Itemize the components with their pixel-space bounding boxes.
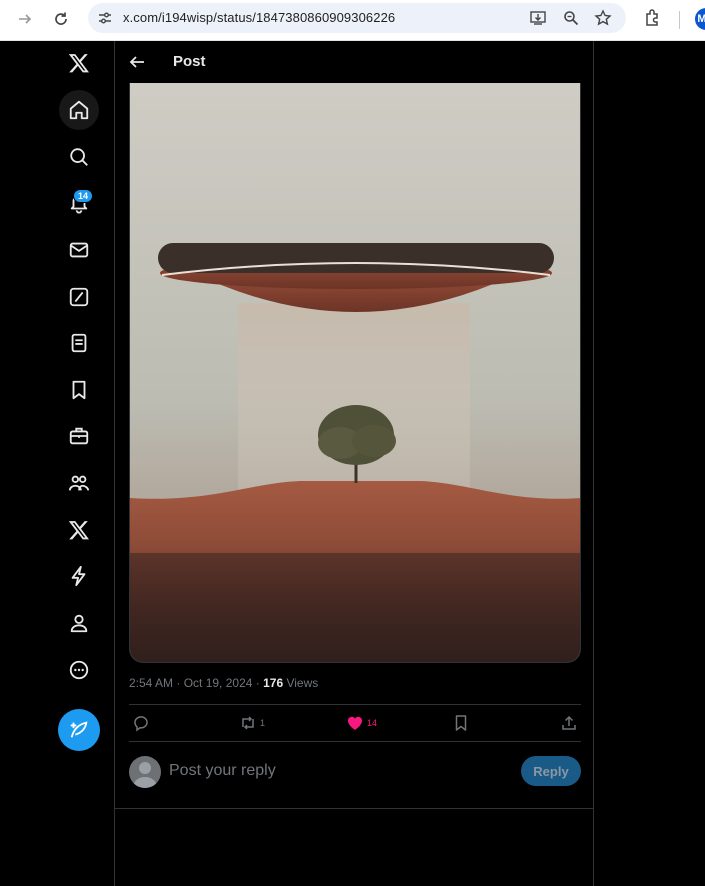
zoom-icon[interactable] — [562, 9, 580, 27]
bookmark-outline-icon — [455, 715, 467, 731]
sidebar-nav: 14 — [0, 41, 114, 886]
like-action[interactable]: 14 — [346, 714, 377, 732]
views-label: Views — [283, 676, 319, 690]
mail-icon[interactable] — [59, 230, 99, 270]
x-logo-icon[interactable] — [59, 43, 99, 83]
post-actions-bar: 1 14 — [129, 704, 581, 742]
bookmark-icon[interactable] — [59, 370, 99, 410]
share-icon — [562, 715, 576, 730]
grok-icon[interactable] — [59, 277, 99, 317]
reload-icon[interactable] — [49, 7, 73, 31]
profile-icon[interactable] — [59, 603, 99, 643]
views-count: 176 — [263, 676, 284, 690]
page-header: Post — [115, 41, 593, 83]
reply-action[interactable] — [132, 714, 150, 732]
share-action[interactable] — [560, 714, 578, 732]
back-arrow-icon[interactable] — [127, 52, 147, 72]
extensions-icon[interactable] — [643, 8, 663, 33]
verified-orgs-icon[interactable] — [59, 556, 99, 596]
heart-filled-icon — [347, 716, 363, 730]
compose-post-button[interactable] — [58, 709, 100, 751]
user-avatar[interactable] — [129, 756, 161, 788]
address-bar[interactable]: x.com/i194wisp/status/184738086090930622… — [88, 3, 626, 33]
meta-separator: · — [252, 676, 264, 690]
post-image-artwork — [130, 83, 580, 662]
notification-badge: 14 — [73, 189, 93, 203]
default-avatar-icon — [133, 762, 157, 788]
post-metadata: 2:54 AM · Oct 19, 2024 · 176 Views — [129, 676, 318, 690]
post-time[interactable]: 2:54 AM — [129, 676, 173, 690]
site-info-icon[interactable] — [97, 10, 113, 26]
profile-avatar[interactable]: M — [695, 8, 705, 30]
retweet-count: 1 — [260, 718, 266, 728]
like-count: 14 — [367, 718, 378, 728]
reply-input[interactable]: Post your reply — [169, 762, 276, 780]
reply-button[interactable]: Reply — [521, 756, 581, 786]
retweet-action[interactable]: 1 — [239, 714, 265, 732]
url-text: x.com/i194wisp/status/184738086090930622… — [123, 10, 396, 25]
home-icon[interactable] — [59, 90, 99, 130]
retweet-icon — [242, 716, 254, 730]
toolbar-separator — [679, 11, 680, 29]
bookmark-action[interactable] — [452, 714, 470, 732]
jobs-icon[interactable] — [59, 416, 99, 456]
install-app-icon[interactable] — [529, 9, 547, 27]
communities-icon[interactable] — [59, 463, 99, 503]
post-date[interactable]: Oct 19, 2024 — [184, 676, 253, 690]
main-column: Post 2:54 AM · Oct 19, 2024 · 176 Views … — [114, 41, 594, 886]
forward-icon[interactable] — [13, 7, 37, 31]
more-icon[interactable] — [59, 650, 99, 690]
bookmark-star-icon[interactable] — [594, 9, 612, 27]
post-image[interactable] — [129, 83, 581, 663]
premium-icon[interactable] — [59, 510, 99, 550]
section-divider — [115, 808, 593, 809]
page-title: Post — [173, 53, 206, 70]
search-icon[interactable] — [59, 137, 99, 177]
reply-icon — [134, 716, 148, 732]
browser-toolbar: x.com/i194wisp/status/184738086090930622… — [0, 0, 705, 41]
lists-icon[interactable] — [59, 323, 99, 363]
meta-separator: · — [173, 676, 184, 690]
reply-composer: Post your reply Reply — [129, 754, 581, 790]
feather-plus-icon — [70, 721, 88, 738]
